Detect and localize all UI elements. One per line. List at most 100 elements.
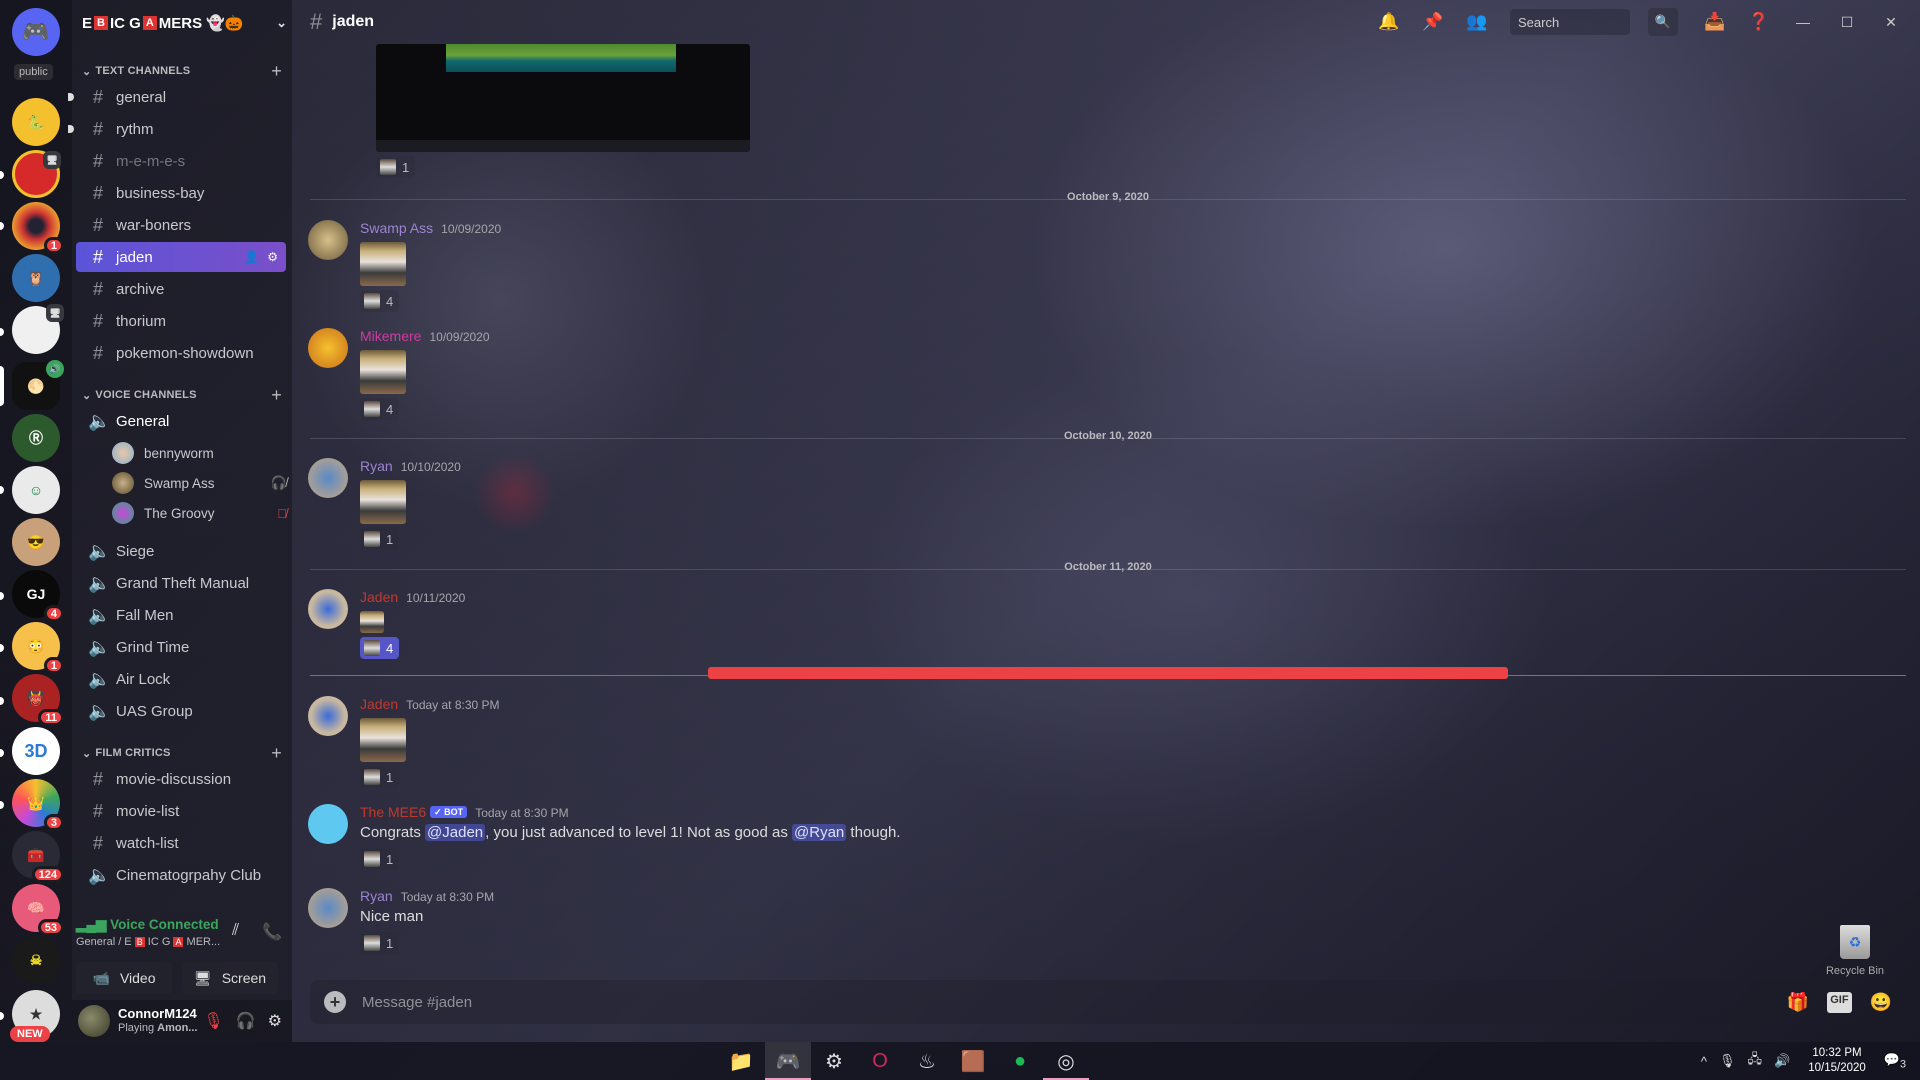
category-text-channels[interactable]: ⌄ TEXT CHANNELS +	[72, 61, 292, 82]
server-ghost[interactable]: 🖥	[12, 304, 64, 354]
author-name[interactable]: Jaden	[360, 696, 398, 712]
channel-jaden[interactable]: # jaden 👤 ⚙	[76, 242, 286, 272]
channel-pokemon-showdown[interactable]: # pokemon-showdown	[76, 338, 286, 368]
close-icon[interactable]: ✕	[1880, 14, 1902, 31]
gift-icon[interactable]: 🎁	[1787, 992, 1809, 1013]
clock[interactable]: 10:32 PM 10/15/2020	[1808, 1046, 1866, 1076]
voice-channel-grind-time[interactable]: 🔈 Grind Time	[76, 632, 286, 662]
channel-movie-discussion[interactable]: # movie-discussion	[76, 764, 286, 794]
author-name[interactable]: Jaden	[360, 589, 398, 605]
avatar[interactable]	[308, 589, 348, 629]
channel-watch-list[interactable]: # watch-list	[76, 828, 286, 858]
search-icon[interactable]: 🔍	[1648, 8, 1678, 36]
notification-bell-icon[interactable]: 🔔	[1378, 12, 1400, 32]
server-among-us[interactable]: 🖥	[12, 150, 61, 198]
voice-user-the-groovy[interactable]: The Groovy 🎙̸	[112, 500, 287, 526]
avatar[interactable]	[308, 888, 348, 928]
opera-browser-icon[interactable]: O	[857, 1042, 903, 1080]
server-moon[interactable]: 🌕 🔊	[12, 360, 64, 410]
voice-channel-fall-men[interactable]: 🔈 Fall Men	[76, 600, 286, 630]
message-input-placeholder[interactable]: Message #jaden	[362, 994, 472, 1011]
recycle-bin-desktop-icon[interactable]: ♻ Recycle Bin	[1810, 925, 1900, 977]
server-baymax[interactable]: ☺	[12, 466, 60, 514]
invite-member-icon[interactable]: 👤	[244, 250, 259, 264]
channel-business-bay[interactable]: # business-bay	[76, 178, 286, 208]
channel-war-boners[interactable]: # war-boners	[76, 210, 286, 240]
voice-channel-general[interactable]: 🔈 General	[76, 406, 286, 436]
chevron-up-icon[interactable]: ^	[1701, 1054, 1707, 1069]
inbox-icon[interactable]: 📥	[1704, 12, 1726, 32]
screenshot-attachment[interactable]	[376, 44, 750, 152]
avatar[interactable]	[308, 696, 348, 736]
image-attachment[interactable]	[360, 718, 406, 762]
server-crown[interactable]: 👑 3	[12, 779, 64, 831]
category-film-critics[interactable]: ⌄ FILM CRITICS +	[72, 743, 292, 764]
author-name[interactable]: Mikemere	[360, 328, 421, 344]
search-input[interactable]: Search 🔍	[1510, 8, 1678, 36]
image-attachment[interactable]	[360, 350, 406, 394]
channel-general[interactable]: # general	[68, 82, 286, 112]
server-gj[interactable]: GJ 4	[12, 570, 64, 622]
image-attachment[interactable]	[360, 480, 406, 524]
reaction[interactable]: 1	[360, 932, 400, 954]
mute-microphone-icon[interactable]: 🎙	[203, 1011, 223, 1031]
emoji-picker-icon[interactable]: 😀	[1870, 992, 1892, 1013]
message-composer[interactable]: + Message #jaden 🎁 GIF 😀	[310, 980, 1906, 1024]
server-owl[interactable]: 🦉	[12, 254, 60, 302]
channel-archive[interactable]: # archive	[76, 274, 286, 304]
maximize-icon[interactable]: ☐	[1836, 14, 1858, 31]
bot-avatar[interactable]	[308, 804, 348, 844]
server-new[interactable]: ★ NEW	[10, 990, 60, 1042]
channel-thorium[interactable]: # thorium	[76, 306, 286, 336]
author-name[interactable]: The MEE6	[360, 804, 426, 820]
server-mandala[interactable]: 1	[12, 202, 64, 254]
channel-movie-list[interactable]: # movie-list	[76, 796, 286, 826]
file-explorer-icon[interactable]: 📁	[718, 1042, 764, 1080]
voice-channel-cinematography-club[interactable]: 🔈 Cinematogrpahy Club	[76, 860, 286, 890]
reaction[interactable]: 1	[360, 766, 400, 788]
voice-channel-uas-group[interactable]: 🔈 UAS Group	[76, 696, 286, 726]
voice-channel-air-lock[interactable]: 🔈 Air Lock	[76, 664, 286, 694]
channel-rythm[interactable]: # rythm	[68, 114, 286, 144]
server-sunglasses[interactable]: 😎	[12, 518, 60, 566]
voice-connected-status[interactable]: ▂▄▆ Voice Connected	[76, 917, 219, 933]
create-channel-icon[interactable]: +	[271, 743, 282, 764]
voice-channel-grand-theft-manual[interactable]: 🔈 Grand Theft Manual	[76, 568, 286, 598]
reaction[interactable]: 1	[360, 528, 400, 550]
image-attachment[interactable]	[360, 611, 384, 633]
volume-icon[interactable]: 🔊	[1774, 1053, 1790, 1069]
user-mention[interactable]: @Jaden	[425, 824, 486, 841]
minimize-icon[interactable]: —	[1792, 14, 1814, 30]
noise-suppression-icon[interactable]: ⫽	[232, 922, 239, 940]
gif-button[interactable]: GIF	[1827, 991, 1852, 1013]
reaction[interactable]: 4	[360, 290, 400, 312]
reaction[interactable]: 4	[360, 398, 400, 420]
member-list-icon[interactable]: 👥	[1466, 12, 1488, 32]
avatar[interactable]	[308, 220, 348, 260]
video-button[interactable]: 📹 Video	[76, 962, 172, 994]
reaction[interactable]: 1	[376, 156, 416, 178]
help-icon[interactable]: ❓	[1748, 12, 1770, 32]
gear-icon[interactable]: ⚙	[267, 250, 278, 264]
channel-m-e-m-e-s[interactable]: # m-e-m-e-s	[76, 146, 286, 176]
create-channel-icon[interactable]: +	[271, 385, 282, 406]
network-icon[interactable]: 🖧	[1748, 1050, 1763, 1072]
server-brain[interactable]: 🧠 53	[12, 884, 64, 936]
disconnect-call-icon[interactable]: 📞	[262, 922, 282, 942]
add-attachment-icon[interactable]: +	[324, 991, 346, 1013]
create-channel-icon[interactable]: +	[271, 61, 282, 82]
server-rainbow-six[interactable]: Ⓡ	[12, 414, 60, 462]
screen-share-button[interactable]: 🖥 Screen	[182, 962, 278, 994]
server-name-header[interactable]: E B IC G A MERS 👻🎃 ⌄	[82, 10, 287, 36]
minecraft-icon[interactable]: 🟫	[950, 1042, 996, 1080]
steam-icon[interactable]: ♨	[904, 1042, 950, 1080]
discord-taskbar-icon[interactable]: 🎮	[765, 1042, 811, 1080]
obs-icon[interactable]: ◎	[1043, 1042, 1089, 1080]
voice-location[interactable]: General / E B IC G A MER...	[76, 936, 220, 948]
server-red-face[interactable]: 👹 11	[12, 674, 64, 726]
user-avatar[interactable]	[78, 1005, 110, 1037]
voice-user-swamp-ass[interactable]: Swamp Ass 🎧̸	[112, 470, 287, 496]
category-voice-channels[interactable]: ⌄ VOICE CHANNELS +	[72, 385, 292, 406]
headphones-icon[interactable]: 🎧	[236, 1011, 256, 1031]
reaction-selected[interactable]: 4	[360, 637, 400, 659]
